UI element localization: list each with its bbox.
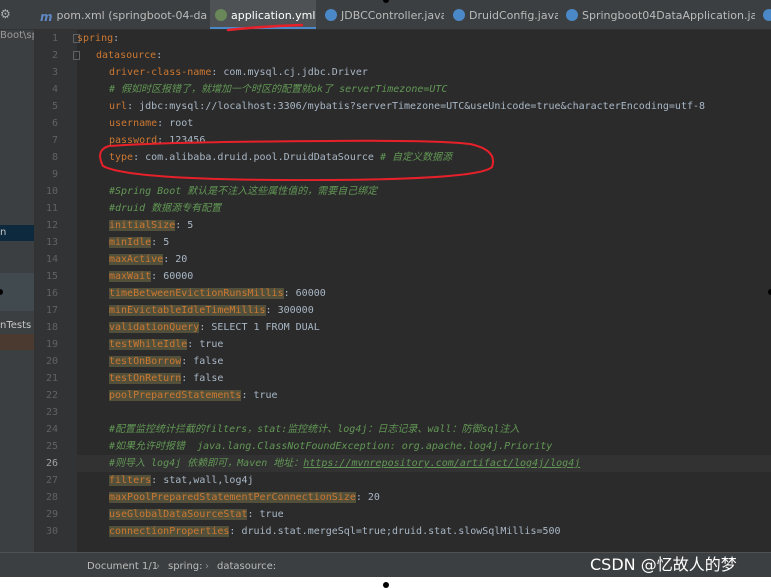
red-annotation-overlay [99,23,494,182]
tab-underline-annotation [226,23,304,32]
highlight-ellipse-annotation [99,139,494,182]
crop-handle-bottom [383,582,389,588]
